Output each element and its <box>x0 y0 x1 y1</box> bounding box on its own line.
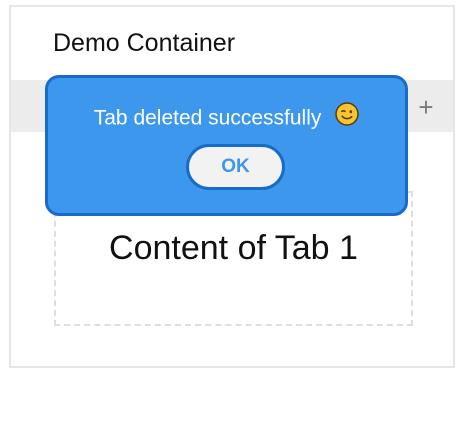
toast-message: Tab deleted successfully <box>93 106 322 130</box>
add-tab-button[interactable]: + <box>414 94 438 120</box>
tab-content-text: Content of Tab 1 <box>109 229 358 267</box>
success-toast: Tab deleted successfully OK <box>45 75 408 216</box>
ok-button[interactable]: OK <box>186 144 285 190</box>
winking-face-icon <box>335 102 359 132</box>
toast-message-row: Tab deleted successfully <box>48 102 405 132</box>
container-title: Demo Container <box>53 29 236 57</box>
